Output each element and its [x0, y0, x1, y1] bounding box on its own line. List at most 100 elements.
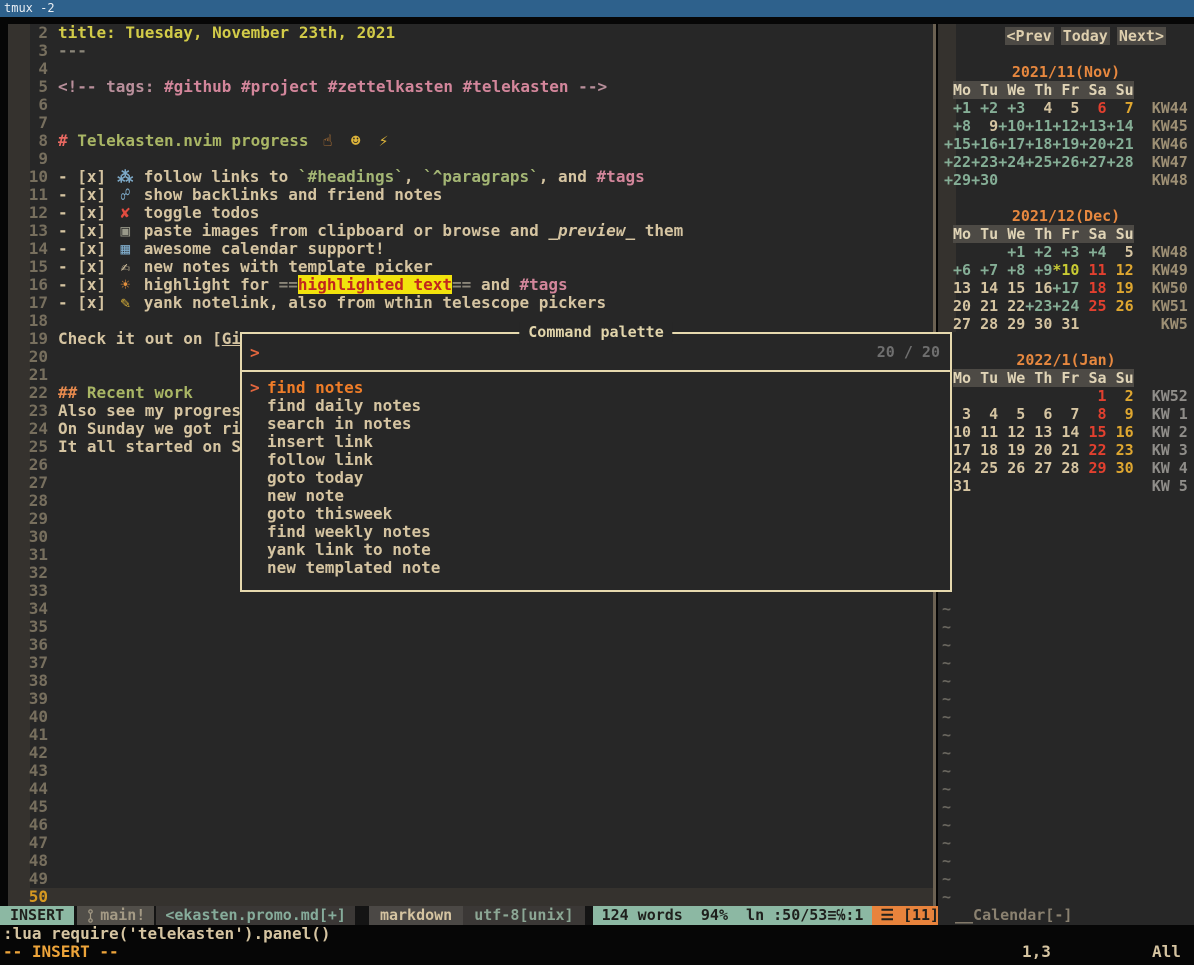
editor-line[interactable]: 39: [8, 690, 933, 708]
editor-line[interactable]: 41: [8, 726, 933, 744]
palette-item[interactable]: >find notes: [242, 379, 950, 397]
calendar-day[interactable]: 6: [1079, 99, 1106, 117]
calendar-day[interactable]: +8: [944, 117, 971, 135]
calendar-day[interactable]: 26: [1107, 297, 1134, 315]
calendar-day[interactable]: +1: [998, 243, 1025, 261]
calendar-day[interactable]: 4: [1025, 99, 1052, 117]
calendar-day[interactable]: +25: [1025, 153, 1052, 171]
calendar-day[interactable]: 5: [998, 405, 1025, 423]
editor-line[interactable]: 15- [x] ✍new notes with template picker: [8, 258, 933, 276]
editor-line[interactable]: 44: [8, 780, 933, 798]
calendar-day[interactable]: +22: [944, 153, 971, 171]
calendar-day[interactable]: 1: [1079, 387, 1106, 405]
calendar-day[interactable]: 30: [1107, 459, 1134, 477]
calendar-day[interactable]: 28: [971, 315, 998, 333]
editor-line[interactable]: 7: [8, 114, 933, 132]
calendar-day[interactable]: 8: [1079, 405, 1106, 423]
calendar-day[interactable]: 5: [1107, 243, 1134, 261]
calendar-day[interactable]: 25: [971, 459, 998, 477]
editor-line[interactable]: 48: [8, 852, 933, 870]
calendar-day[interactable]: 16: [1107, 423, 1134, 441]
calendar-day[interactable]: +4: [1079, 243, 1106, 261]
calendar-day[interactable]: +2: [971, 99, 998, 117]
calendar-day[interactable]: +17: [1052, 279, 1079, 297]
calendar-day[interactable]: 5: [1052, 99, 1079, 117]
calendar-day[interactable]: +12: [1052, 117, 1079, 135]
palette-item[interactable]: goto thisweek: [242, 505, 950, 523]
editor-line[interactable]: 38: [8, 672, 933, 690]
editor-line[interactable]: 6: [8, 96, 933, 114]
calendar-day[interactable]: 21: [1052, 441, 1079, 459]
command-palette[interactable]: Command palette >20 / 20 >find notesfind…: [240, 332, 952, 592]
calendar-day[interactable]: 18: [1079, 279, 1106, 297]
palette-item[interactable]: search in notes: [242, 415, 950, 433]
calendar-day[interactable]: +20: [1079, 135, 1106, 153]
calendar-day[interactable]: 26: [998, 459, 1025, 477]
calendar-day[interactable]: 29: [998, 315, 1025, 333]
command-line[interactable]: :lua require('telekasten').panel(): [0, 925, 1194, 943]
calendar-day[interactable]: 29: [1079, 459, 1106, 477]
calendar-day[interactable]: 23: [1107, 441, 1134, 459]
calendar-day[interactable]: +13: [1079, 117, 1106, 135]
editor-line[interactable]: 5<!-- tags: #github #project #zettelkast…: [8, 78, 933, 96]
calendar-day[interactable]: 27: [1025, 459, 1052, 477]
calendar-pane[interactable]: <PrevTodayNext> 2021/11(Nov) Mo Tu We Th…: [938, 24, 1194, 906]
editor-line[interactable]: 3---: [8, 42, 933, 60]
calendar-day[interactable]: +9: [1025, 261, 1052, 279]
editor-line[interactable]: 11- [x] ☍show backlinks and friend notes: [8, 186, 933, 204]
calendar-day[interactable]: 19: [1107, 279, 1134, 297]
calendar-day[interactable]: 31: [1052, 315, 1079, 333]
calendar-day[interactable]: *10: [1052, 261, 1079, 279]
calendar-day[interactable]: +21: [1107, 135, 1134, 153]
calendar-day[interactable]: 25: [1079, 297, 1106, 315]
editor-line[interactable]: 49: [8, 870, 933, 888]
calendar-day[interactable]: 14: [971, 279, 998, 297]
calendar-day[interactable]: 16: [1025, 279, 1052, 297]
editor-line[interactable]: 10- [x] ⁂follow links to `#headings`, `^…: [8, 168, 933, 186]
calendar-day[interactable]: +28: [1107, 153, 1134, 171]
calendar-day[interactable]: 18: [971, 441, 998, 459]
editor-line[interactable]: 8# Telekasten.nvim progress ☝☻⚡: [8, 132, 933, 150]
palette-item[interactable]: goto today: [242, 469, 950, 487]
calendar-day[interactable]: 9: [1107, 405, 1134, 423]
calendar-day[interactable]: +6: [944, 261, 971, 279]
calendar-day[interactable]: +2: [1025, 243, 1052, 261]
calendar-day[interactable]: +19: [1052, 135, 1079, 153]
calendar-day[interactable]: +10: [998, 117, 1025, 135]
editor-line[interactable]: 2title: Tuesday, November 23th, 2021: [8, 24, 933, 42]
calendar-day[interactable]: +27: [1079, 153, 1106, 171]
calendar-day[interactable]: +3: [1052, 243, 1079, 261]
calendar-day[interactable]: +23: [1025, 297, 1052, 315]
calendar-day[interactable]: 9: [971, 117, 998, 135]
calendar-day[interactable]: +18: [1025, 135, 1052, 153]
palette-item[interactable]: new note: [242, 487, 950, 505]
calendar-day[interactable]: 22: [1079, 441, 1106, 459]
editor-line[interactable]: 18: [8, 312, 933, 330]
palette-item[interactable]: find weekly notes: [242, 523, 950, 541]
editor-line[interactable]: 4: [8, 60, 933, 78]
calendar-day[interactable]: +17: [998, 135, 1025, 153]
palette-item[interactable]: find daily notes: [242, 397, 950, 415]
calendar-day[interactable]: +1: [944, 99, 971, 117]
editor-line[interactable]: 46: [8, 816, 933, 834]
editor-line[interactable]: 14- [x] ▦awesome calendar support!: [8, 240, 933, 258]
calendar-day[interactable]: 21: [971, 297, 998, 315]
calendar-day[interactable]: 6: [1025, 405, 1052, 423]
calendar-day[interactable]: +24: [998, 153, 1025, 171]
calendar-day[interactable]: 27: [944, 315, 971, 333]
palette-item[interactable]: insert link: [242, 433, 950, 451]
calendar-day[interactable]: 15: [1079, 423, 1106, 441]
calendar-day[interactable]: +16: [971, 135, 998, 153]
editor-line[interactable]: 13- [x] ▣paste images from clipboard or …: [8, 222, 933, 240]
editor-line[interactable]: 9: [8, 150, 933, 168]
editor-line[interactable]: 47: [8, 834, 933, 852]
palette-item[interactable]: follow link: [242, 451, 950, 469]
calendar-day[interactable]: +30: [971, 171, 998, 189]
editor-line[interactable]: 40: [8, 708, 933, 726]
palette-item-list[interactable]: >find notesfind daily notessearch in not…: [242, 372, 950, 577]
calendar-day[interactable]: 14: [1052, 423, 1079, 441]
calendar-day[interactable]: 22: [998, 297, 1025, 315]
calendar-day[interactable]: +29: [944, 171, 971, 189]
calendar-day[interactable]: 12: [1107, 261, 1134, 279]
editor-line[interactable]: 17- [x] ✎yank notelink, also from wthin …: [8, 294, 933, 312]
